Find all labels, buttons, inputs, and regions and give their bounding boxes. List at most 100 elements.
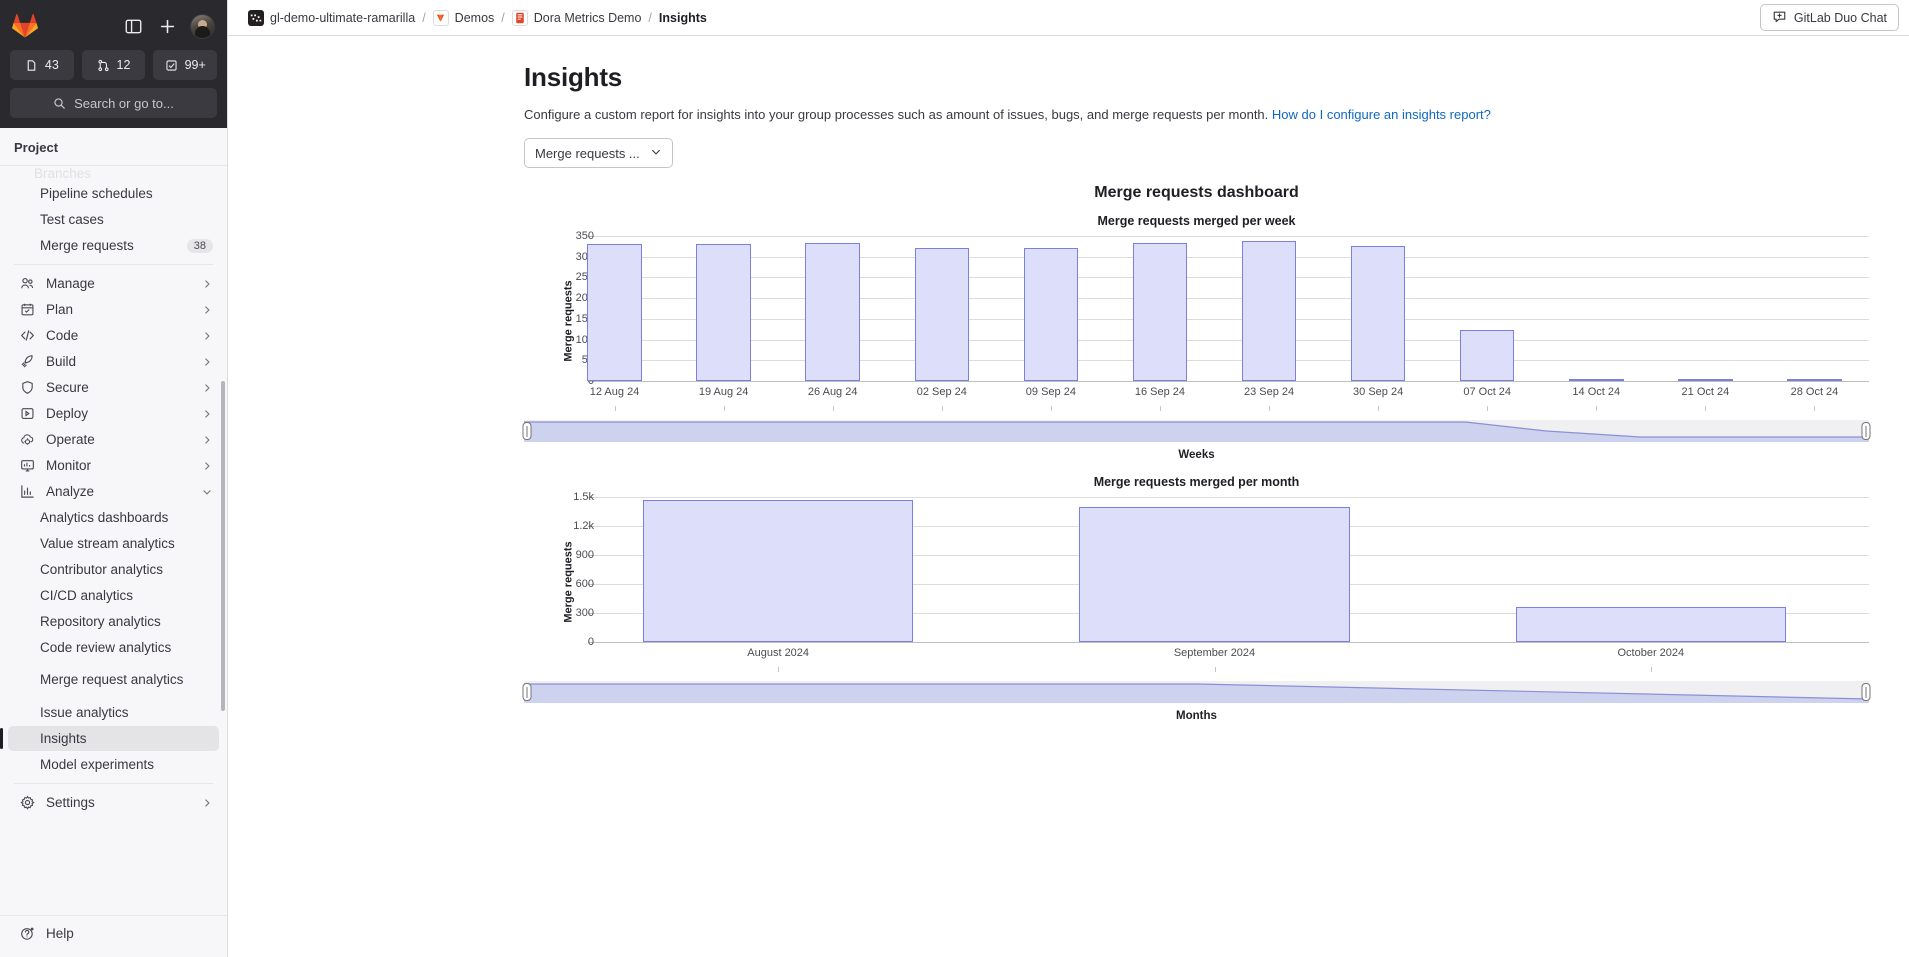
merge-requests-counter[interactable]: 12: [81, 50, 146, 80]
bar[interactable]: [1515, 607, 1787, 642]
sidebar-item-build[interactable]: Build: [8, 349, 219, 374]
y-tick-label: 600: [575, 578, 594, 590]
sidebar-item-operate[interactable]: Operate: [8, 427, 219, 452]
demos-avatar-icon: [432, 9, 449, 26]
chevron-down-icon: [650, 146, 662, 161]
sidebar-item-label: Issue analytics: [40, 704, 129, 720]
breadcrumb-label: Demos: [454, 10, 495, 25]
sidebar-item-analyze[interactable]: Analyze: [8, 479, 219, 504]
sidebar-item-repository-analytics[interactable]: Repository analytics: [8, 609, 219, 634]
sidebar-item-branches[interactable]: Branches: [0, 166, 227, 180]
sidebar-item-label: Analyze: [46, 483, 95, 499]
gridline: [594, 497, 1869, 498]
bar[interactable]: [1787, 379, 1842, 381]
sidebar-item-label: Settings: [46, 794, 95, 810]
sidebar-item-issue-analytics[interactable]: Issue analytics: [8, 700, 219, 725]
sidebar-item-cicd-analytics[interactable]: CI/CD analytics: [8, 583, 219, 608]
sidebar-item-manage[interactable]: Manage: [8, 271, 219, 296]
bar[interactable]: [1023, 247, 1079, 381]
bar[interactable]: [1678, 379, 1733, 381]
dora-avatar-icon: [511, 9, 528, 26]
todos-counter-value: 99+: [184, 58, 206, 72]
merge-requests-badge: 38: [186, 238, 213, 253]
x-tick-mark: [1705, 406, 1707, 411]
bar[interactable]: [1132, 243, 1188, 381]
x-tick-label: 28 Oct 24: [1790, 386, 1839, 398]
chart-2-range-slider[interactable]: [522, 681, 1871, 703]
bar[interactable]: [805, 242, 860, 381]
chart-1-x-axis-label: Weeks: [1178, 449, 1215, 461]
sidebar-item-label: Merge requests: [40, 237, 134, 253]
sidebar-item-monitor[interactable]: Monitor: [8, 453, 219, 478]
bar[interactable]: [914, 247, 970, 381]
sidebar-item-settings[interactable]: Settings: [8, 790, 219, 815]
breadcrumb-label: gl-demo-ultimate-ramarilla: [270, 10, 416, 25]
sidebar-item-test-cases[interactable]: Test cases: [8, 207, 219, 232]
search-input[interactable]: Search or go to...: [10, 88, 217, 118]
x-tick-label: 26 Aug 24: [807, 386, 858, 398]
y-tick-label: 1.5k: [573, 491, 594, 503]
create-new-icon[interactable]: [156, 15, 178, 37]
bar[interactable]: [1079, 506, 1350, 642]
sidebar-item-help[interactable]: Help: [8, 921, 219, 946]
bar[interactable]: [1569, 379, 1624, 381]
chart-2-title: Merge requests merged per month: [1093, 475, 1300, 489]
sidebar-item-contributor-analytics[interactable]: Contributor analytics: [8, 557, 219, 582]
main-content: gl-demo-ultimate-ramarilla / Demos / Dor…: [228, 0, 1909, 957]
sidebar-scrollbar[interactable]: [221, 381, 225, 711]
sidebar-item-code-review-analytics[interactable]: Code review analytics: [8, 635, 219, 660]
chart-2-slider-handle-left[interactable]: [522, 683, 532, 701]
chevron-right-icon: [201, 408, 213, 420]
x-tick-label: 19 Aug 24: [698, 386, 749, 398]
code-icon: [18, 327, 36, 345]
chart-1-slider-handle-right[interactable]: [1861, 422, 1871, 440]
sidebar-item-code[interactable]: Code: [8, 323, 219, 348]
sidebar-item-merge-requests[interactable]: Merge requests 38: [8, 233, 219, 258]
x-tick-label: 09 Sep 24: [1025, 386, 1076, 398]
sidebar-item-merge-request-analytics[interactable]: Merge request analytics: [8, 661, 219, 699]
sidebar-item-deploy[interactable]: Deploy: [8, 401, 219, 426]
user-avatar[interactable]: [190, 13, 215, 39]
sidebar-item-value-stream-analytics[interactable]: Value stream analytics: [8, 531, 219, 556]
sidebar-item-secure[interactable]: Secure: [8, 375, 219, 400]
bar[interactable]: [696, 243, 751, 381]
x-tick-label: 21 Oct 24: [1681, 386, 1730, 398]
gridline: [594, 381, 1869, 382]
x-tick-label: August 2024: [747, 647, 810, 659]
chart-1-slider-handle-left[interactable]: [522, 422, 532, 440]
chart-merge-requests-per-week: Merge requests merged per week Merge req…: [522, 214, 1871, 461]
sidebar-item-analytics-dashboards[interactable]: Analytics dashboards: [8, 505, 219, 530]
issues-counter[interactable]: 43: [10, 50, 74, 80]
breadcrumb-item-project[interactable]: gl-demo-ultimate-ramarilla: [248, 9, 416, 26]
todos-counter[interactable]: 99+: [153, 50, 218, 80]
gitlab-duo-chat-button[interactable]: GitLab Duo Chat: [1759, 4, 1899, 31]
page-description-text: Configure a custom report for insights i…: [524, 107, 1269, 122]
toggle-sidebar-icon[interactable]: [122, 15, 144, 37]
sidebar-item-label: Secure: [46, 379, 89, 395]
insights-help-link[interactable]: How do I configure an insights report?: [1272, 107, 1491, 122]
dashboard-select-dropdown[interactable]: Merge requests ...: [524, 138, 673, 168]
monitor-icon: [18, 457, 36, 475]
bar[interactable]: [1350, 245, 1406, 381]
sidebar-item-label: Code: [46, 327, 79, 343]
sidebar-item-model-experiments[interactable]: Model experiments: [8, 752, 219, 777]
x-tick-label: October 2024: [1617, 647, 1685, 659]
sidebar-item-plan[interactable]: Plan: [8, 297, 219, 322]
bar[interactable]: [587, 243, 642, 381]
bar[interactable]: [1459, 329, 1515, 381]
gitlab-logo-icon[interactable]: [12, 13, 38, 39]
sidebar-item-pipeline-schedules[interactable]: Pipeline schedules: [8, 181, 219, 206]
chart-merge-requests-per-month: Merge requests merged per month Merge re…: [522, 475, 1871, 722]
bar[interactable]: [1241, 241, 1297, 381]
breadcrumb-item-dora[interactable]: Dora Metrics Demo: [511, 9, 641, 26]
sidebar-item-insights[interactable]: Insights: [0, 726, 219, 751]
chart-2-slider-handle-right[interactable]: [1861, 683, 1871, 701]
chart-2-x-axis-label: Months: [1176, 710, 1217, 722]
bar[interactable]: [642, 500, 914, 642]
breadcrumb-separator: /: [648, 10, 652, 25]
gridline: [594, 360, 1869, 362]
chart-1-range-slider[interactable]: [522, 420, 1871, 442]
breadcrumb-item-demos[interactable]: Demos: [432, 9, 495, 26]
gridline: [594, 339, 1869, 341]
x-tick-label: 30 Sep 24: [1353, 386, 1404, 398]
